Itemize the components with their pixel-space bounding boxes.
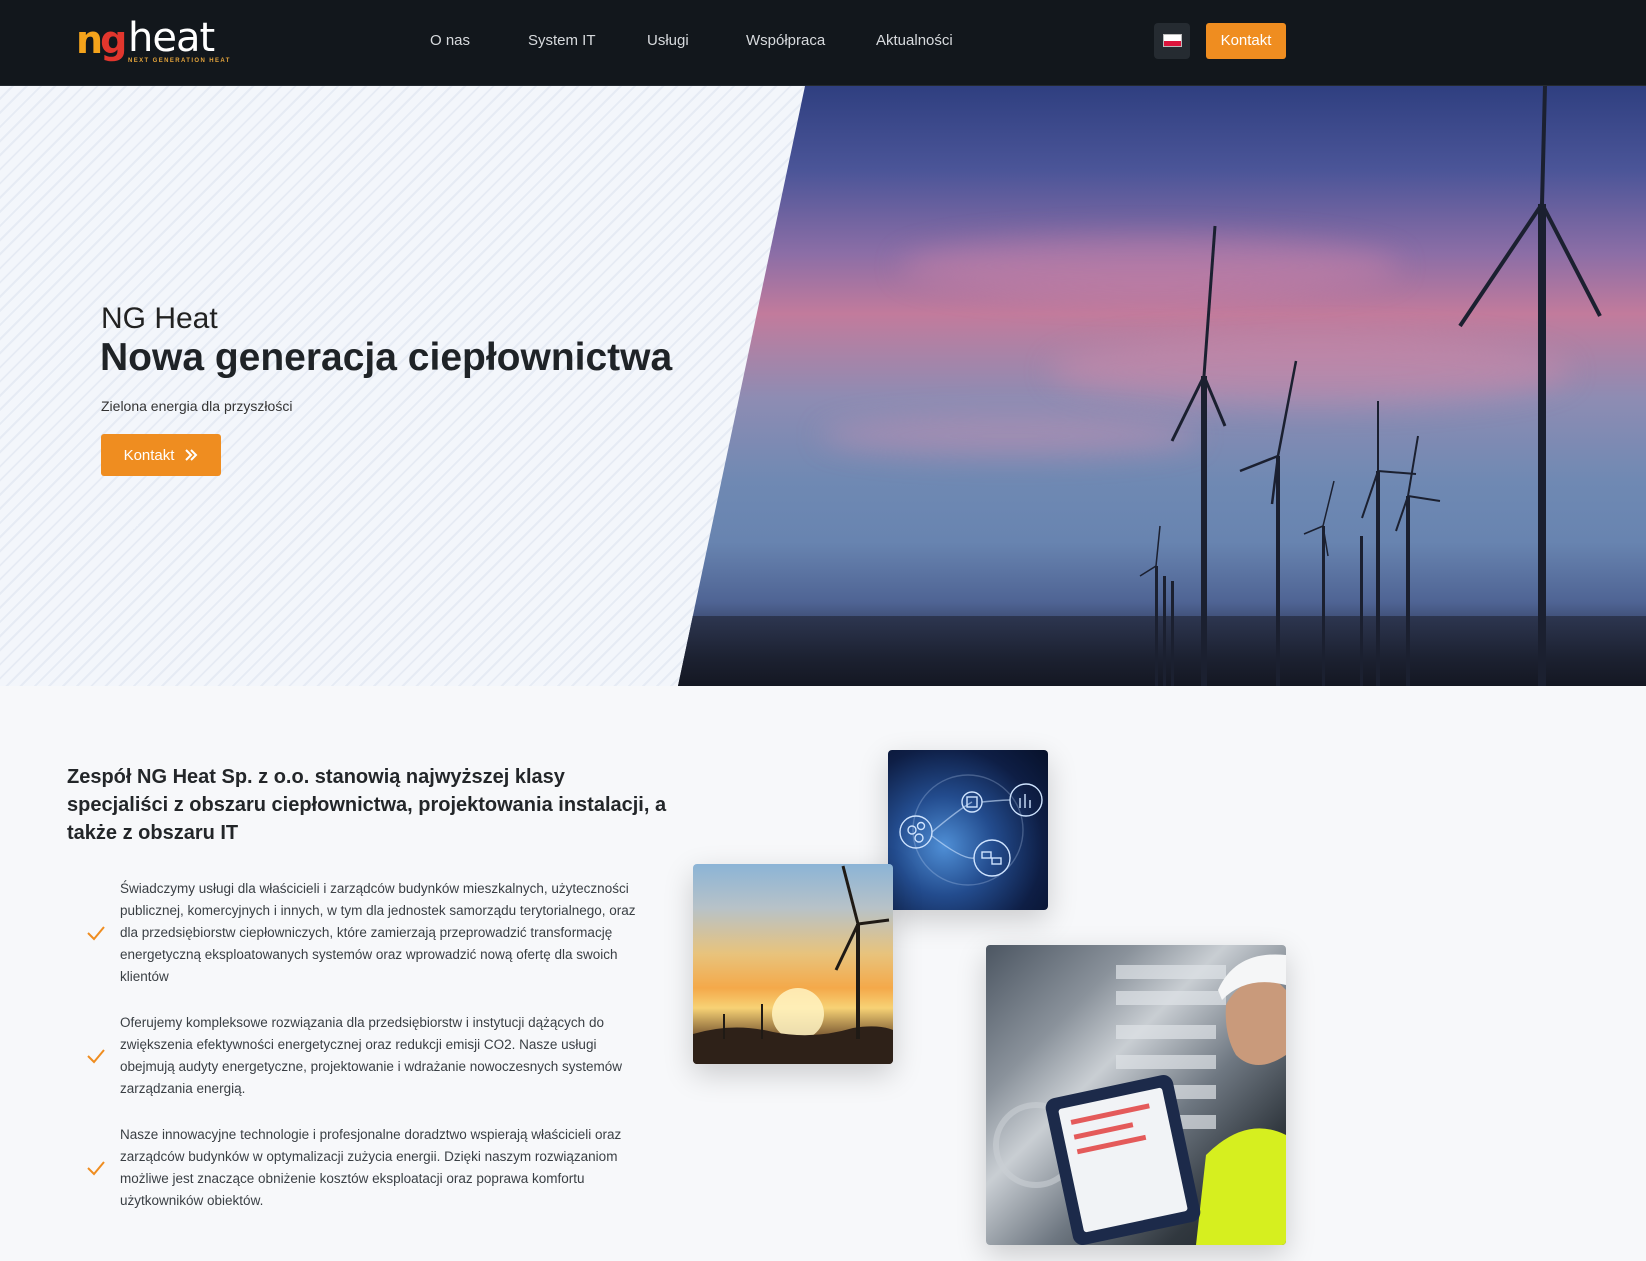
feature-item: Nasze innowacyjne technologie i profesjo… [86,1124,646,1212]
technology-network-image [888,750,1048,910]
gears-network-illustration [899,774,1043,886]
hero-contact-button-label: Kontakt [123,446,175,464]
logo-wordmark: heat [128,15,215,61]
sunset-wind-turbine-image [693,864,893,1064]
technician-illustration [993,954,1286,1245]
feature-item: Oferujemy kompleksowe rozwiązania dla pr… [86,1012,646,1100]
poland-flag-icon [1163,34,1182,47]
feature-text: Nasze innowacyjne technologie i profesjo… [120,1127,622,1208]
sunset-turbine-illustration [693,865,893,1064]
wind-turbines-illustration [1139,86,1602,686]
check-icon [87,926,105,941]
hero-section: NG Heat Nowa generacja ciepłownictwa Zie… [0,86,1646,686]
logo-mark: ng [76,18,127,62]
nav-link-aktualnosci[interactable]: Aktualności [876,32,953,49]
nav-link-wspolpraca[interactable]: Współpraca [746,32,825,49]
double-chevron-right-icon [185,449,198,461]
hero-wind-turbines-image [678,86,1646,686]
hero-brand-heading: NG Heat [101,302,218,335]
check-icon [87,1049,105,1064]
feature-text: Oferujemy kompleksowe rozwiązania dla pr… [120,1015,623,1096]
top-navbar: ng heat NEXT GENERATION HEAT O nas Syste… [0,0,1646,86]
logo-tagline: NEXT GENERATION HEAT [128,58,231,64]
hero-contact-button[interactable]: Kontakt [101,434,221,476]
about-heading: Zespół NG Heat Sp. z o.o. stanowią najwy… [67,766,667,844]
hero-title: Nowa generacja ciepłownictwa [100,336,673,379]
technician-with-tablet-image [986,945,1286,1245]
nav-link-o-nas[interactable]: O nas [430,32,470,49]
hero-subtitle: Zielona energia dla przyszłości [101,398,293,414]
feature-text: Świadczymy usługi dla właścicieli i zarz… [120,881,636,984]
check-icon [87,1161,105,1176]
nav-contact-button[interactable]: Kontakt [1206,23,1286,59]
logo[interactable]: ng heat NEXT GENERATION HEAT [76,15,229,66]
language-switcher[interactable] [1154,23,1190,59]
nav-link-system-it[interactable]: System IT [528,32,596,49]
feature-item: Świadczymy usługi dla właścicieli i zarz… [86,878,646,988]
nav-link-uslugi[interactable]: Usługi [647,32,689,49]
